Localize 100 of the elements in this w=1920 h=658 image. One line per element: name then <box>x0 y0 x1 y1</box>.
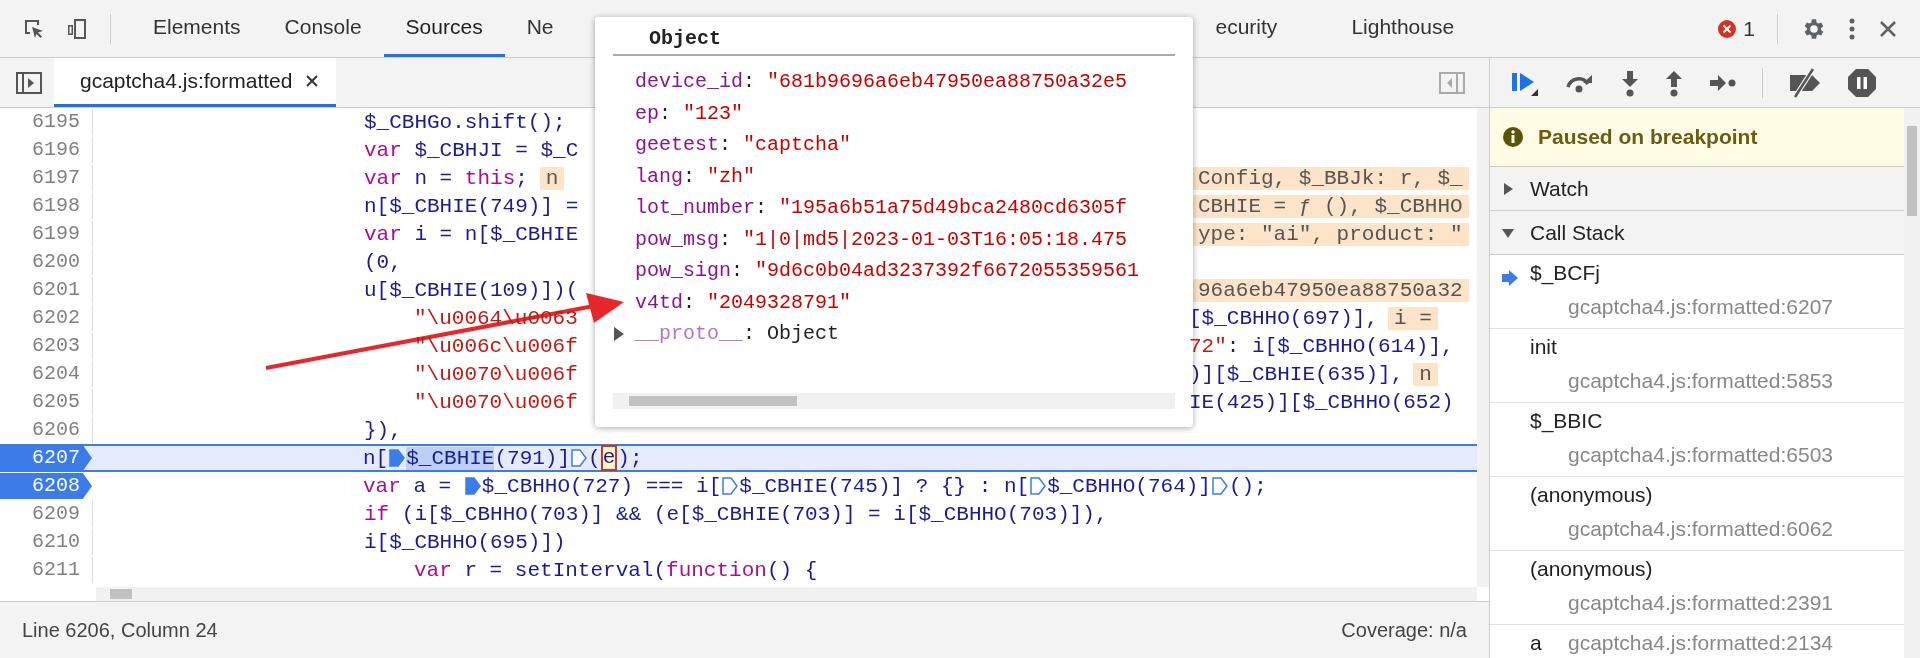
breakpoint-marker-icon[interactable] <box>571 448 588 468</box>
property-entry: geetest: "captcha" <box>635 133 852 157</box>
code-text: (0, <box>364 250 402 274</box>
code-text: $_CBHGo.shift(); <box>364 110 566 134</box>
property-entry: lot_number: "195a6b51a75d49bca2480cd6305f <box>635 196 1128 220</box>
code-text: (791)] <box>494 446 571 470</box>
line-number[interactable]: 6205 <box>0 389 93 415</box>
panel-tab[interactable]: Ne <box>504 0 576 57</box>
inline-value: n <box>1413 362 1438 386</box>
code-text: IE(425)][$_CBHHO(652) <box>1189 390 1454 414</box>
code-text: (); <box>1228 474 1267 498</box>
current-frame-arrow-icon <box>1502 270 1518 286</box>
breakpoint-marker-icon[interactable] <box>722 476 739 496</box>
call-frame[interactable]: a gcaptcha4.js:formatted:2134 <box>1490 625 1904 658</box>
code-text: "\u0070\u006f <box>414 390 578 414</box>
more-options-icon[interactable] <box>1848 16 1856 41</box>
sidebar-toggle-icon[interactable] <box>16 71 42 94</box>
pause-icon[interactable] <box>1847 67 1877 98</box>
selected-code-text: $_CBHIE <box>406 446 495 470</box>
property-entry: __proto__: Object <box>635 322 840 346</box>
breakpoint-line-number[interactable]: 6208 <box>0 473 92 499</box>
frame-location[interactable]: gcaptcha4.js:formatted:6503 <box>1568 443 1904 473</box>
property-entry: device_id: "681b9696a6eb47950ea88750a32e5 <box>635 70 1128 94</box>
function-name: $_BBIC <box>1530 409 1604 435</box>
expand-triangle-icon[interactable] <box>613 326 625 341</box>
coverage-status: Coverage: n/a <box>1341 619 1467 642</box>
step-into-icon[interactable] <box>1620 68 1640 97</box>
section-title[interactable]: Watch <box>1530 176 1589 201</box>
code-text: [$_CBHHO(697)], <box>1189 306 1379 330</box>
line-number[interactable]: 6199 <box>0 221 93 247</box>
breakpoint-marker-icon[interactable] <box>1211 476 1228 496</box>
call-frame[interactable]: (anonymous) gcaptcha4.js:formatted:6062 <box>1490 477 1904 551</box>
line-number[interactable]: 6206 <box>0 417 93 443</box>
line-number[interactable]: 6200 <box>0 249 93 275</box>
step-out-icon[interactable] <box>1664 68 1684 97</box>
call-frame[interactable]: $_BCFj gcaptcha4.js:formatted:6207 <box>1490 255 1904 329</box>
line-number[interactable]: 6201 <box>0 277 93 303</box>
panel-tab[interactable]: Elements <box>131 0 263 57</box>
panel-tab[interactable]: ecurity <box>1215 0 1300 57</box>
code-text: ); <box>617 446 643 470</box>
code-text: ( <box>588 446 601 470</box>
code-text: $_CBHIE(745)] ? {} : n[ <box>739 474 1030 498</box>
property-entry: lang: "zh" <box>635 164 756 188</box>
cursor-position: Line 6206, Column 24 <box>22 619 218 642</box>
line-number[interactable]: 6210 <box>0 529 93 555</box>
vertical-scrollbar[interactable] <box>1477 108 1489 587</box>
code-text: "\u0070\u006f <box>414 362 578 386</box>
inline-value: i = <box>1388 306 1438 330</box>
line-number[interactable]: 6204 <box>0 361 93 387</box>
frame-location[interactable]: gcaptcha4.js:formatted:6062 <box>1568 517 1904 547</box>
code-text: 72": i[$_CBHHO(614)], <box>1189 334 1454 358</box>
line-number[interactable]: 6195 <box>0 109 93 135</box>
file-tab[interactable]: gcaptcha4.js:formatted <box>54 58 337 107</box>
line-number[interactable]: 6202 <box>0 305 93 331</box>
hovered-variable[interactable]: e <box>600 445 618 471</box>
frame-location[interactable]: gcaptcha4.js:formatted:6207 <box>1568 295 1904 325</box>
section-title[interactable]: Call Stack <box>1530 220 1625 245</box>
call-frame[interactable]: init gcaptcha4.js:formatted:5853 <box>1490 329 1904 403</box>
section-header[interactable]: Watch <box>1490 167 1904 211</box>
frame-location[interactable]: gcaptcha4.js:formatted:2134 <box>1568 631 1904 658</box>
line-number[interactable]: 6209 <box>0 501 93 527</box>
code-text: i[$_CBHHO(695)]) <box>364 530 566 554</box>
horizontal-scrollbar[interactable] <box>96 587 1477 601</box>
popover-title: Object <box>613 17 1175 56</box>
code-text: n[ <box>363 446 389 470</box>
code-text: var n = this; <box>364 166 528 190</box>
code-text: )][$_CBHIE(635)], <box>1189 362 1404 386</box>
breakpoint-marker-icon[interactable] <box>464 476 481 496</box>
line-number[interactable]: 6198 <box>0 193 93 219</box>
file-name[interactable]: gcaptcha4.js:formatted <box>80 69 293 93</box>
property-entry: ep: "123" <box>635 101 744 125</box>
close-icon[interactable] <box>1878 18 1898 39</box>
line-number[interactable]: 6203 <box>0 333 93 359</box>
panel-tab[interactable]: Console <box>262 0 384 57</box>
close-icon[interactable] <box>306 75 319 87</box>
function-name: init <box>1530 335 1558 360</box>
deactivate-breakpoints-icon[interactable] <box>1787 67 1823 98</box>
step-icon[interactable] <box>1708 72 1738 93</box>
line-number[interactable]: 6211 <box>0 557 93 583</box>
inline-value: ype: "ai", product: " <box>1192 222 1469 246</box>
function-name: (anonymous) <box>1530 557 1654 582</box>
panel-toggle-icon[interactable] <box>1439 71 1465 94</box>
breakpoint-marker-icon[interactable] <box>1030 476 1047 496</box>
paused-message: Paused on breakpoint <box>1538 125 1758 149</box>
frame-location[interactable]: gcaptcha4.js:formatted:5853 <box>1568 369 1904 399</box>
panel-tab[interactable]: Lighthouse <box>1329 0 1477 57</box>
function-name: (anonymous) <box>1530 483 1654 508</box>
error-count[interactable]: 1 <box>1743 16 1755 41</box>
code-text: u[$_CBHIE(109)])( <box>364 278 579 302</box>
line-number[interactable]: 6196 <box>0 137 93 163</box>
code-text: var a = <box>363 474 453 498</box>
line-number[interactable]: 6197 <box>0 165 93 191</box>
inline-value: 96a6eb47950ea88750a32 <box>1192 278 1469 302</box>
code-text: "\u006c\u006f <box>414 334 578 358</box>
frame-location[interactable]: gcaptcha4.js:formatted:2391 <box>1568 591 1904 621</box>
breakpoint-line-number[interactable]: 6207 <box>0 445 92 471</box>
code-text: $_CBHHO(764)] <box>1047 474 1211 498</box>
call-frame[interactable]: $_BBIC gcaptcha4.js:formatted:6503 <box>1490 403 1904 477</box>
horizontal-scrollbar[interactable] <box>613 393 1175 409</box>
info-icon <box>1502 126 1524 148</box>
